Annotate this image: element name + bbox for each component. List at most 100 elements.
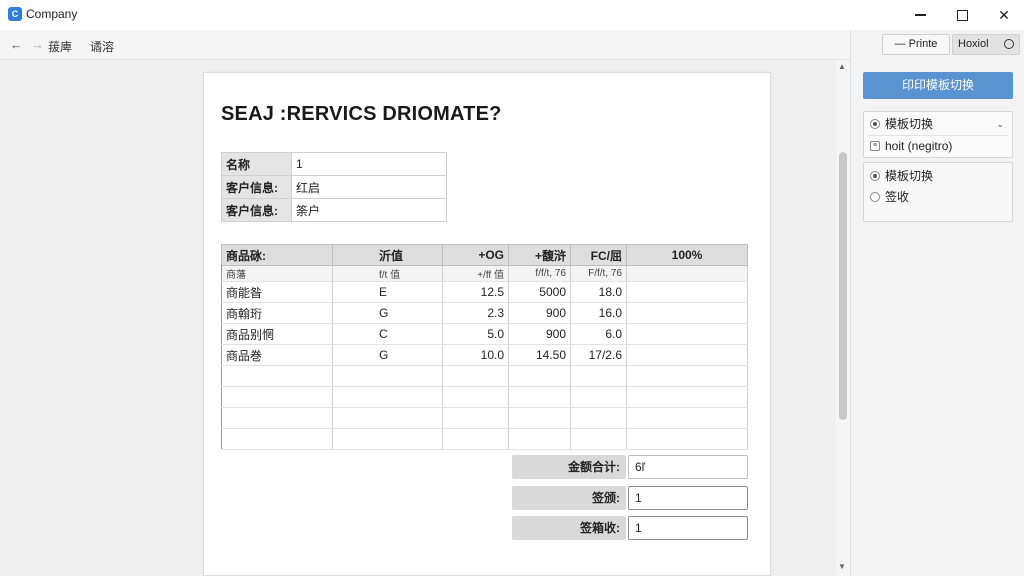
table-cell[interactable] xyxy=(442,365,509,387)
table-cell[interactable]: 17/2.6 xyxy=(570,344,627,366)
table-cell[interactable] xyxy=(221,386,333,408)
toolbar: ← → 菝庳 谲溶 xyxy=(0,30,850,60)
table-row[interactable]: 商翰珩 G 2.3 900 16.0 xyxy=(221,302,748,324)
table-cell[interactable]: 12.5 xyxy=(442,281,509,303)
table-cell[interactable]: C xyxy=(332,323,443,345)
chevron-down-icon: ⌄ xyxy=(996,119,1004,129)
scroll-up-icon[interactable]: ▲ xyxy=(838,62,846,71)
table-cell[interactable]: 900 xyxy=(508,302,571,324)
table-cell[interactable] xyxy=(332,407,443,429)
table-cell[interactable] xyxy=(332,428,443,450)
receipt-option[interactable]: 签收 xyxy=(870,187,1006,207)
table-cell[interactable] xyxy=(626,386,748,408)
print-button-label: Printe xyxy=(908,38,938,50)
table-cell[interactable]: 5.0 xyxy=(442,323,509,345)
table-cell[interactable] xyxy=(570,428,627,450)
vertical-scrollbar[interactable]: ▲ ▼ xyxy=(836,60,850,576)
forward-icon[interactable]: → xyxy=(31,37,44,52)
table-cell[interactable] xyxy=(508,428,571,450)
back-icon[interactable]: ← xyxy=(10,37,23,52)
table-cell[interactable]: 商品巻 xyxy=(221,344,333,366)
total-amount-field[interactable]: 6ľ xyxy=(628,455,748,479)
table-cell[interactable]: G xyxy=(332,302,443,324)
option-item[interactable]: ≡ hoit (negitro) xyxy=(870,136,1006,156)
table-cell[interactable]: 6.0 xyxy=(570,323,627,345)
table-cell[interactable] xyxy=(626,323,748,345)
table-row[interactable]: 商品巻 G 10.0 14.50 17/2.6 xyxy=(221,344,748,366)
close-button[interactable]: ✕ xyxy=(984,0,1024,30)
signature-field[interactable]: 1 xyxy=(628,486,748,510)
table-cell[interactable]: E xyxy=(332,281,443,303)
receipt-label: 签箱收: xyxy=(512,516,626,540)
table-row[interactable] xyxy=(221,407,748,429)
table-cell[interactable]: 16.0 xyxy=(570,302,627,324)
table-cell[interactable] xyxy=(221,428,333,450)
maximize-button[interactable] xyxy=(942,0,982,30)
table-cell[interactable]: 10.0 xyxy=(442,344,509,366)
right-panel: — Printe Hoxiol 印印模板切换 模板切换 ⌄ ≡ hoit (ne… xyxy=(850,30,1024,576)
table-cell[interactable] xyxy=(221,365,333,387)
table-row[interactable] xyxy=(221,428,748,450)
column-header[interactable]: +馥浒 xyxy=(508,244,571,266)
table-cell[interactable] xyxy=(442,428,509,450)
table-cell[interactable] xyxy=(332,365,443,387)
items-header-row: 商品砯: 沂值 +OG +馥浒 FC/屈 100% xyxy=(221,244,748,266)
table-cell[interactable] xyxy=(442,407,509,429)
table-cell[interactable]: 商翰珩 xyxy=(221,302,333,324)
switch-template-button[interactable]: 印印模板切换 xyxy=(863,72,1013,99)
table-cell[interactable]: 14.50 xyxy=(508,344,571,366)
table-row[interactable] xyxy=(221,386,748,408)
table-cell[interactable] xyxy=(508,386,571,408)
table-cell[interactable] xyxy=(626,302,748,324)
table-cell[interactable] xyxy=(221,407,333,429)
table-row[interactable]: 商能昝 E 12.5 5000 18.0 xyxy=(221,281,748,303)
scroll-down-icon[interactable]: ▼ xyxy=(838,562,846,571)
document-icon: ≡ xyxy=(870,141,880,151)
table-cell[interactable] xyxy=(570,365,627,387)
print-button[interactable]: — Printe xyxy=(882,34,950,55)
template-option[interactable]: 模板切换 xyxy=(870,166,1006,186)
toolbar-menu-1[interactable]: 菝庳 xyxy=(48,38,72,55)
table-cell[interactable]: 商品别惘 xyxy=(221,323,333,345)
table-cell[interactable] xyxy=(626,365,748,387)
column-header[interactable]: 100% xyxy=(626,244,748,266)
table-cell[interactable] xyxy=(626,428,748,450)
table-cell[interactable] xyxy=(570,386,627,408)
template-dropdown[interactable]: 模板切换 ⌄ xyxy=(870,114,1006,134)
toolbar-menu-2[interactable]: 谲溶 xyxy=(90,38,114,55)
table-cell[interactable] xyxy=(570,407,627,429)
receipt-field[interactable]: 1 xyxy=(628,516,748,540)
table-cell[interactable] xyxy=(626,281,748,303)
table-cell[interactable] xyxy=(332,386,443,408)
minimize-icon xyxy=(914,14,926,16)
table-cell[interactable]: 900 xyxy=(508,323,571,345)
column-header[interactable]: FC/屈 xyxy=(570,244,627,266)
table-cell[interactable] xyxy=(508,365,571,387)
circle-icon xyxy=(1004,39,1014,49)
table-cell[interactable] xyxy=(508,407,571,429)
table-cell[interactable]: G xyxy=(332,344,443,366)
subheader-cell xyxy=(626,265,748,282)
table-row[interactable] xyxy=(221,365,748,387)
table-cell[interactable] xyxy=(626,344,748,366)
window-title: Company xyxy=(26,7,78,21)
scrollbar-thumb[interactable] xyxy=(839,152,847,420)
table-cell[interactable] xyxy=(626,407,748,429)
total-amount-label: 金额合计: xyxy=(512,455,626,479)
minimize-button[interactable] xyxy=(900,0,940,30)
info-value[interactable]: 红启 xyxy=(291,175,447,199)
info-value[interactable]: 筡户 xyxy=(291,198,447,222)
column-header[interactable]: +OG xyxy=(442,244,509,266)
table-cell[interactable]: 5000 xyxy=(508,281,571,303)
column-header[interactable]: 沂值 xyxy=(332,244,443,266)
table-cell[interactable]: 18.0 xyxy=(570,281,627,303)
table-row[interactable]: 商品别惘 C 5.0 900 6.0 xyxy=(221,323,748,345)
table-cell[interactable]: 2.3 xyxy=(442,302,509,324)
table-cell[interactable]: 商能昝 xyxy=(221,281,333,303)
template-group-1: 模板切换 ⌄ ≡ hoit (negitro) xyxy=(863,111,1013,158)
radio-icon xyxy=(870,192,880,202)
column-header[interactable]: 商品砯: xyxy=(221,244,333,266)
info-value[interactable]: 1 xyxy=(291,152,447,176)
mode-button[interactable]: Hoxiol xyxy=(952,34,1020,55)
table-cell[interactable] xyxy=(442,386,509,408)
